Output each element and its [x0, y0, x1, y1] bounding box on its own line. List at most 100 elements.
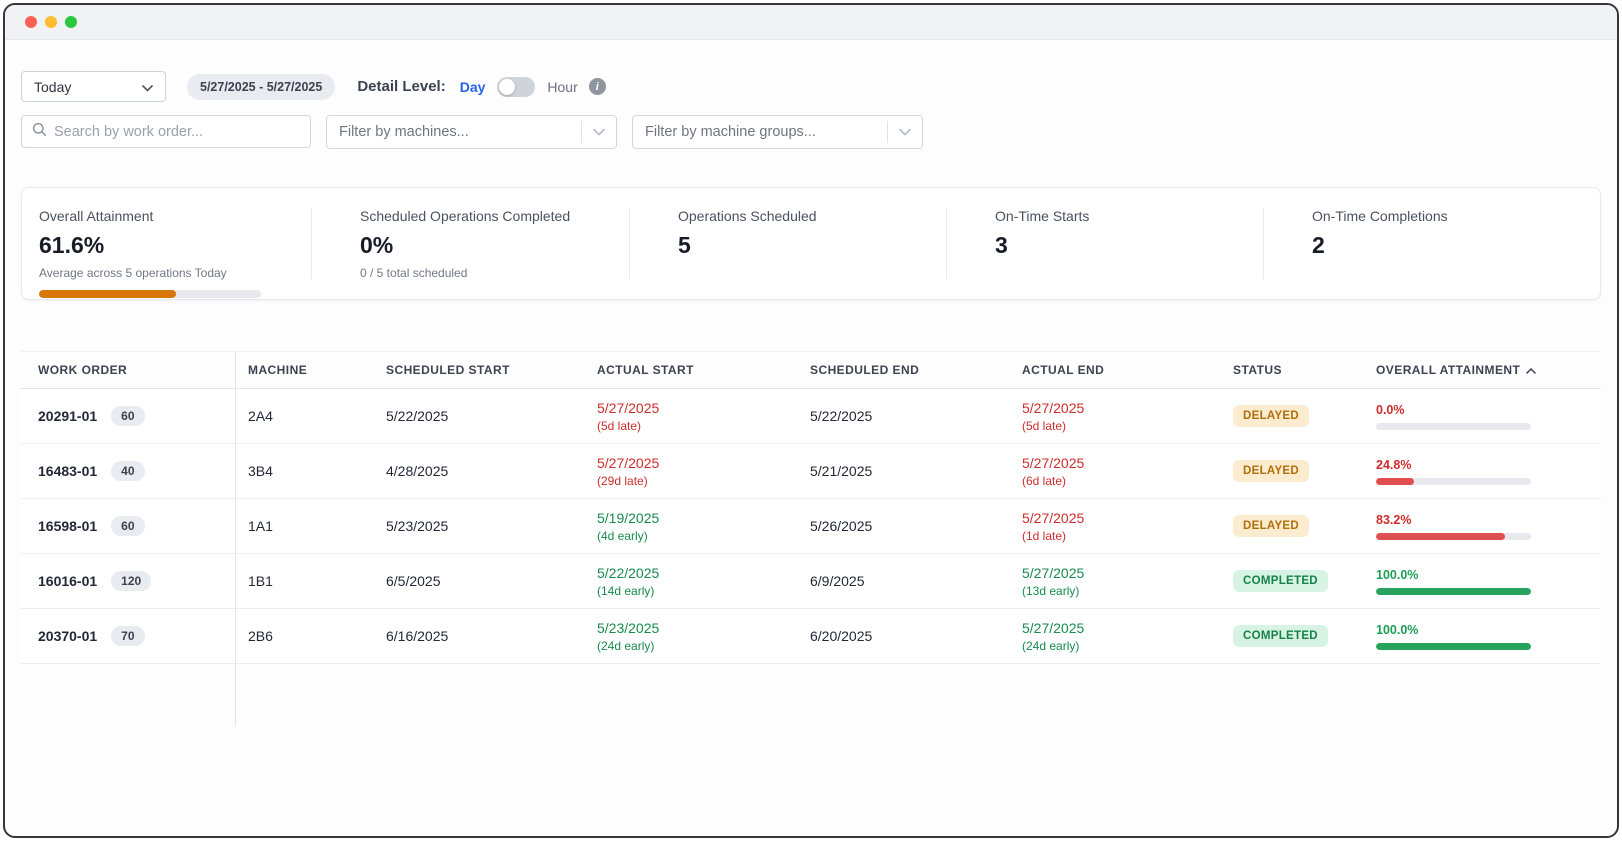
- actual-start-date: 5/19/2025: [597, 509, 660, 526]
- table-row[interactable]: 16483-01 40 3B4 4/28/2025 5/27/2025 (29d…: [21, 444, 1601, 499]
- scheduled-start-cell: 6/5/2025: [386, 573, 441, 589]
- kpi-subtext: Average across 5 operations Today: [39, 266, 227, 280]
- scheduled-start-cell: 5/22/2025: [386, 408, 449, 424]
- detail-level-hour-label[interactable]: Hour: [547, 79, 577, 95]
- machines-filter-select[interactable]: Filter by machines...: [326, 115, 617, 149]
- actual-start-delta: (14d early): [597, 583, 655, 598]
- status-cell: DELAYED: [1233, 405, 1376, 427]
- table-row[interactable]: 20370-01 70 2B6 6/16/2025 5/23/2025 (24d…: [21, 609, 1601, 664]
- status-badge: DELAYED: [1233, 460, 1309, 482]
- table-row[interactable]: 16016-01 120 1B1 6/5/2025 5/22/2025 (14d…: [21, 554, 1601, 609]
- work-order-id: 16016-01: [38, 573, 98, 589]
- actual-start-date: 5/27/2025: [597, 454, 660, 471]
- attainment-bar: [1376, 477, 1531, 485]
- kpi-label: On-Time Completions: [1312, 208, 1448, 224]
- kpi-attainment-bar-fill: [39, 290, 176, 298]
- kpi-operations-scheduled: Operations Scheduled 5: [629, 208, 946, 279]
- actual-end-delta: (13d early): [1022, 583, 1080, 598]
- attainment-cell: 0.0%: [1376, 403, 1601, 430]
- machine-groups-filter-placeholder: Filter by machine groups...: [645, 124, 816, 140]
- actual-end-cell: 5/27/2025 (1d late): [1022, 510, 1233, 543]
- work-order-qty-badge: 70: [111, 626, 145, 646]
- table-body: 20291-01 60 2A4 5/22/2025 5/27/2025 (5d …: [21, 389, 1601, 664]
- chevron-down-icon[interactable]: [582, 128, 616, 136]
- kpi-label: Scheduled Operations Completed: [360, 208, 571, 224]
- work-order-qty-badge: 60: [111, 406, 145, 426]
- attainment-value: 0.0%: [1376, 402, 1405, 417]
- detail-level-label: Detail Level:: [357, 78, 446, 95]
- work-order-id: 20370-01: [38, 628, 98, 644]
- scheduled-end-cell: 6/9/2025: [810, 573, 865, 589]
- column-header-machine[interactable]: MACHINE: [248, 363, 386, 377]
- actual-end-date: 5/27/2025: [1022, 399, 1085, 416]
- work-order-id: 16598-01: [38, 518, 98, 534]
- kpi-label: On-Time Starts: [995, 208, 1090, 224]
- status-cell: DELAYED: [1233, 515, 1376, 537]
- table-row[interactable]: 16598-01 60 1A1 5/23/2025 5/19/2025 (4d …: [21, 499, 1601, 554]
- column-header-overall-attainment[interactable]: OVERALL ATTAINMENT: [1376, 363, 1601, 377]
- minimize-window-button[interactable]: [45, 16, 57, 28]
- attainment-bar-fill: [1376, 477, 1415, 485]
- sort-ascending-icon[interactable]: [1526, 363, 1537, 377]
- attainment-value: 100.0%: [1376, 567, 1419, 582]
- column-header-actual-start[interactable]: ACTUAL START: [597, 363, 810, 377]
- attainment-bar-fill: [1376, 642, 1531, 650]
- work-order-cell: 20370-01 70: [38, 626, 248, 646]
- kpi-value: 0%: [360, 232, 394, 258]
- actual-start-cell: 5/19/2025 (4d early): [597, 510, 810, 543]
- scheduled-end-cell: 6/20/2025: [810, 628, 873, 644]
- actual-end-date: 5/27/2025: [1022, 454, 1085, 471]
- table-row[interactable]: 20291-01 60 2A4 5/22/2025 5/27/2025 (5d …: [21, 389, 1601, 444]
- actual-end-delta: (24d early): [1022, 638, 1080, 653]
- period-select-value: Today: [34, 78, 72, 95]
- attainment-bar: [1376, 642, 1531, 650]
- column-header-work-order[interactable]: WORK ORDER: [38, 363, 248, 377]
- info-icon[interactable]: i: [588, 78, 606, 95]
- actual-end-cell: 5/27/2025 (24d early): [1022, 620, 1233, 653]
- column-header-scheduled-start[interactable]: SCHEDULED START: [386, 363, 597, 377]
- search-input[interactable]: [54, 123, 310, 140]
- kpi-summary-card: Overall Attainment 61.6% Average across …: [21, 187, 1601, 300]
- actual-start-delta: (29d late): [597, 473, 648, 488]
- kpi-value: 2: [1312, 232, 1325, 258]
- kpi-value: 3: [995, 232, 1008, 258]
- column-header-status[interactable]: STATUS: [1233, 363, 1376, 377]
- kpi-overall-attainment: Overall Attainment 61.6% Average across …: [22, 208, 311, 298]
- work-order-cell: 16483-01 40: [38, 461, 248, 481]
- column-header-scheduled-end[interactable]: SCHEDULED END: [810, 363, 1022, 377]
- close-window-button[interactable]: [25, 16, 37, 28]
- actual-start-delta: (24d early): [597, 638, 655, 653]
- kpi-label: Operations Scheduled: [678, 208, 817, 224]
- attainment-cell: 83.2%: [1376, 513, 1601, 540]
- detail-level-day-label[interactable]: Day: [460, 79, 486, 95]
- status-badge: COMPLETED: [1233, 570, 1328, 592]
- status-badge: DELAYED: [1233, 515, 1309, 537]
- machine-cell: 2B6: [248, 628, 273, 644]
- zoom-window-button[interactable]: [65, 16, 77, 28]
- machine-groups-filter-select[interactable]: Filter by machine groups...: [632, 115, 923, 149]
- attainment-cell: 100.0%: [1376, 623, 1601, 650]
- status-badge: COMPLETED: [1233, 625, 1328, 647]
- actual-end-delta: (6d late): [1022, 473, 1067, 488]
- actual-end-cell: 5/27/2025 (5d late): [1022, 400, 1233, 433]
- attainment-value: 24.8%: [1376, 457, 1412, 472]
- machine-cell: 1A1: [248, 518, 273, 534]
- chevron-down-icon[interactable]: [888, 128, 922, 136]
- period-select[interactable]: Today: [21, 71, 166, 102]
- work-order-id: 20291-01: [38, 408, 98, 424]
- machine-cell: 3B4: [248, 463, 273, 479]
- toggle-knob: [499, 78, 516, 95]
- actual-start-cell: 5/23/2025 (24d early): [597, 620, 810, 653]
- actual-end-cell: 5/27/2025 (13d early): [1022, 565, 1233, 598]
- date-range-badge: 5/27/2025 - 5/27/2025: [187, 73, 336, 100]
- kpi-on-time-starts: On-Time Starts 3: [946, 208, 1263, 279]
- actual-start-date: 5/23/2025: [597, 619, 660, 636]
- work-order-qty-badge: 40: [111, 461, 145, 481]
- column-header-actual-end[interactable]: ACTUAL END: [1022, 363, 1233, 377]
- machine-cell: 1B1: [248, 573, 273, 589]
- attainment-bar: [1376, 532, 1531, 540]
- work-order-id: 16483-01: [38, 463, 98, 479]
- machines-filter-placeholder: Filter by machines...: [339, 124, 469, 140]
- detail-level-toggle[interactable]: [497, 76, 536, 97]
- first-column-divider: [235, 352, 236, 726]
